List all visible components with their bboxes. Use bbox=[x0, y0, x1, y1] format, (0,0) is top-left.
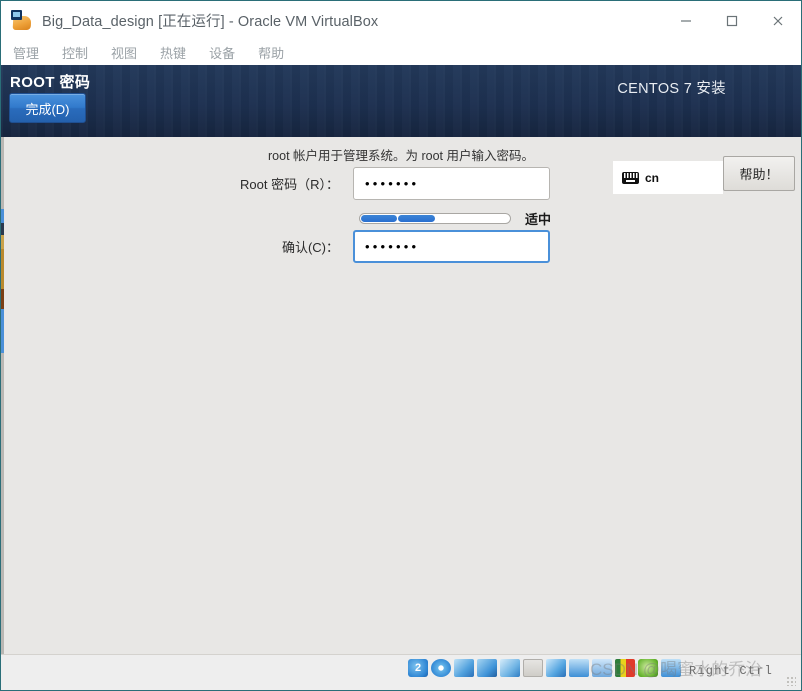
activity-bars-icon[interactable] bbox=[615, 659, 635, 677]
strength-segment bbox=[361, 215, 398, 222]
page-title: ROOT 密码 bbox=[10, 74, 91, 91]
keyboard-layout-label: cn bbox=[645, 170, 660, 185]
strength-segment bbox=[398, 215, 435, 222]
vm-features-icon[interactable] bbox=[592, 659, 612, 677]
menu-item-hotkeys[interactable]: 热键 bbox=[160, 43, 186, 62]
floppy-disk-icon[interactable] bbox=[454, 659, 474, 677]
shared-folder-icon[interactable] bbox=[523, 659, 543, 677]
host-key-icon[interactable] bbox=[661, 659, 681, 677]
strength-segment bbox=[435, 215, 472, 222]
strength-segment bbox=[472, 215, 509, 222]
strength-meter bbox=[359, 213, 511, 224]
keyboard-layout-indicator[interactable]: cn bbox=[613, 161, 723, 194]
menu-item-manage[interactable]: 管理 bbox=[13, 43, 39, 62]
close-icon[interactable] bbox=[755, 1, 801, 40]
root-password-label: Root 密码（R）： bbox=[240, 177, 339, 192]
menu-item-control[interactable]: 控制 bbox=[62, 43, 88, 62]
virtualbox-window: Big_Data_design [正在运行] - Oracle VM Virtu… bbox=[0, 0, 802, 691]
usb-icon[interactable] bbox=[500, 659, 520, 677]
menu-bar: 管理 控制 视图 热键 设备 帮助 bbox=[1, 40, 801, 65]
strength-label: 适中 bbox=[525, 212, 552, 227]
done-button[interactable]: 完成(D) bbox=[9, 93, 86, 123]
menu-item-help[interactable]: 帮助 bbox=[258, 43, 284, 62]
host-key-label: Right Ctrl bbox=[688, 664, 773, 678]
confirm-password-row: 确认(C)： ••••••• bbox=[233, 230, 550, 263]
status-icon-group bbox=[408, 659, 681, 677]
hard-disk-icon[interactable] bbox=[408, 659, 428, 677]
root-password-row: Root 密码（R）： ••••••• bbox=[233, 167, 550, 200]
minimize-icon[interactable] bbox=[663, 1, 709, 40]
help-button[interactable]: 帮助！ bbox=[723, 156, 795, 191]
guest-screen: ROOT 密码 完成(D) CENTOS 7 安装 cn 帮助！ root 帐户… bbox=[1, 65, 801, 654]
keyboard-icon bbox=[622, 171, 639, 184]
optical-disk-icon[interactable] bbox=[431, 659, 451, 677]
product-title: CENTOS 7 安装 bbox=[617, 81, 726, 97]
window-controls bbox=[663, 1, 801, 40]
left-edge-strip bbox=[1, 137, 4, 654]
resize-grip[interactable] bbox=[786, 676, 796, 686]
virtualbox-icon bbox=[11, 9, 33, 32]
menu-item-devices[interactable]: 设备 bbox=[209, 43, 235, 62]
password-strength: 适中 bbox=[359, 209, 551, 228]
root-password-input[interactable]: ••••••• bbox=[353, 167, 550, 200]
network-icon[interactable] bbox=[477, 659, 497, 677]
maximize-icon[interactable] bbox=[709, 1, 755, 40]
recording-icon[interactable] bbox=[569, 659, 589, 677]
display-icon[interactable] bbox=[546, 659, 566, 677]
installer-header: ROOT 密码 完成(D) CENTOS 7 安装 bbox=[1, 65, 801, 137]
window-title: Big_Data_design [正在运行] - Oracle VM Virtu… bbox=[42, 14, 379, 30]
confirm-password-label: 确认(C)： bbox=[281, 240, 339, 255]
menu-item-view[interactable]: 视图 bbox=[111, 43, 137, 62]
title-bar: Big_Data_design [正在运行] - Oracle VM Virtu… bbox=[1, 1, 801, 40]
mouse-integration-icon[interactable] bbox=[638, 659, 658, 677]
status-bar: Right Ctrl bbox=[1, 654, 801, 690]
confirm-password-input[interactable]: ••••••• bbox=[353, 230, 550, 263]
